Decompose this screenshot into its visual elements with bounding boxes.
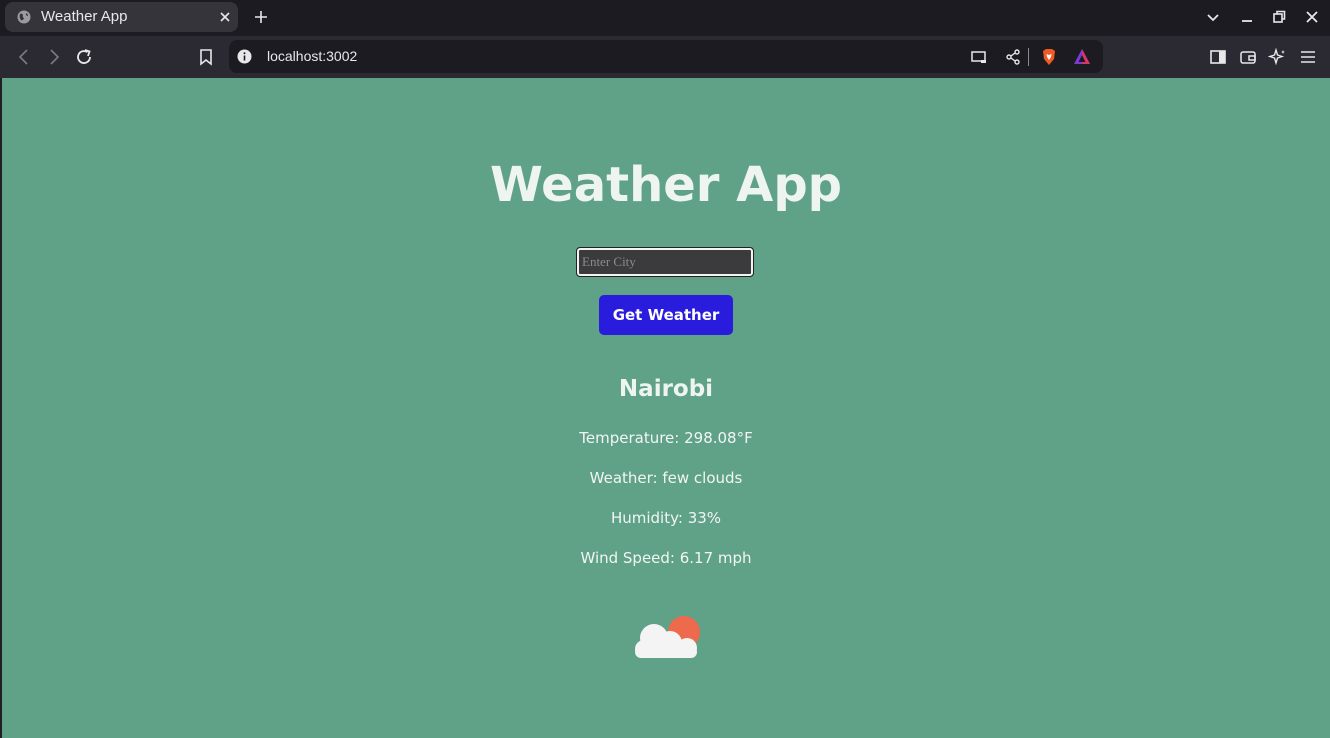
weather-description-text: Weather: few clouds	[589, 469, 743, 487]
brave-rewards-icon[interactable]	[1072, 47, 1092, 67]
city-search-input[interactable]	[576, 247, 754, 277]
temperature-text: Temperature: 298.08°F	[579, 429, 753, 447]
bookmark-icon[interactable]	[196, 47, 216, 67]
url-text[interactable]: localhost:3002	[267, 48, 357, 64]
share-icon[interactable]	[1003, 47, 1023, 67]
weather-app-page: Weather App Get Weather Nairobi Temperat…	[2, 78, 1330, 738]
wind-speed-text: Wind Speed: 6.17 mph	[580, 549, 752, 567]
tab-title: Weather App	[41, 8, 128, 25]
app-title: Weather App	[489, 157, 843, 213]
address-bar-divider	[1028, 48, 1029, 66]
sidebar-icon[interactable]	[1208, 47, 1228, 67]
close-window-icon[interactable]	[1304, 9, 1320, 25]
close-tab-icon[interactable]	[217, 9, 233, 25]
few-clouds-icon	[635, 616, 700, 658]
back-icon[interactable]	[14, 47, 34, 67]
forward-icon[interactable]	[44, 47, 64, 67]
reload-icon[interactable]	[74, 47, 94, 67]
globe-icon	[17, 10, 31, 24]
get-weather-button[interactable]: Get Weather	[599, 295, 733, 335]
tab-list-chevron-icon[interactable]	[1205, 9, 1221, 25]
wallet-icon[interactable]	[1238, 47, 1258, 67]
address-bar[interactable]: localhost:3002	[229, 40, 1103, 73]
leo-ai-icon[interactable]	[1268, 47, 1288, 67]
new-tab-icon[interactable]	[252, 8, 270, 26]
restore-icon[interactable]	[1271, 9, 1287, 25]
browser-tab[interactable]: Weather App	[5, 2, 238, 32]
cast-icon[interactable]	[969, 47, 989, 67]
minimize-icon[interactable]	[1239, 9, 1255, 25]
menu-icon[interactable]	[1298, 47, 1318, 67]
humidity-text: Humidity: 33%	[610, 509, 722, 527]
city-name: Nairobi	[618, 376, 714, 402]
info-icon[interactable]	[237, 49, 252, 64]
browser-toolbar: localhost:3002	[0, 36, 1330, 78]
browser-titlebar: Weather App	[0, 0, 1330, 36]
brave-shield-icon[interactable]	[1039, 47, 1059, 67]
